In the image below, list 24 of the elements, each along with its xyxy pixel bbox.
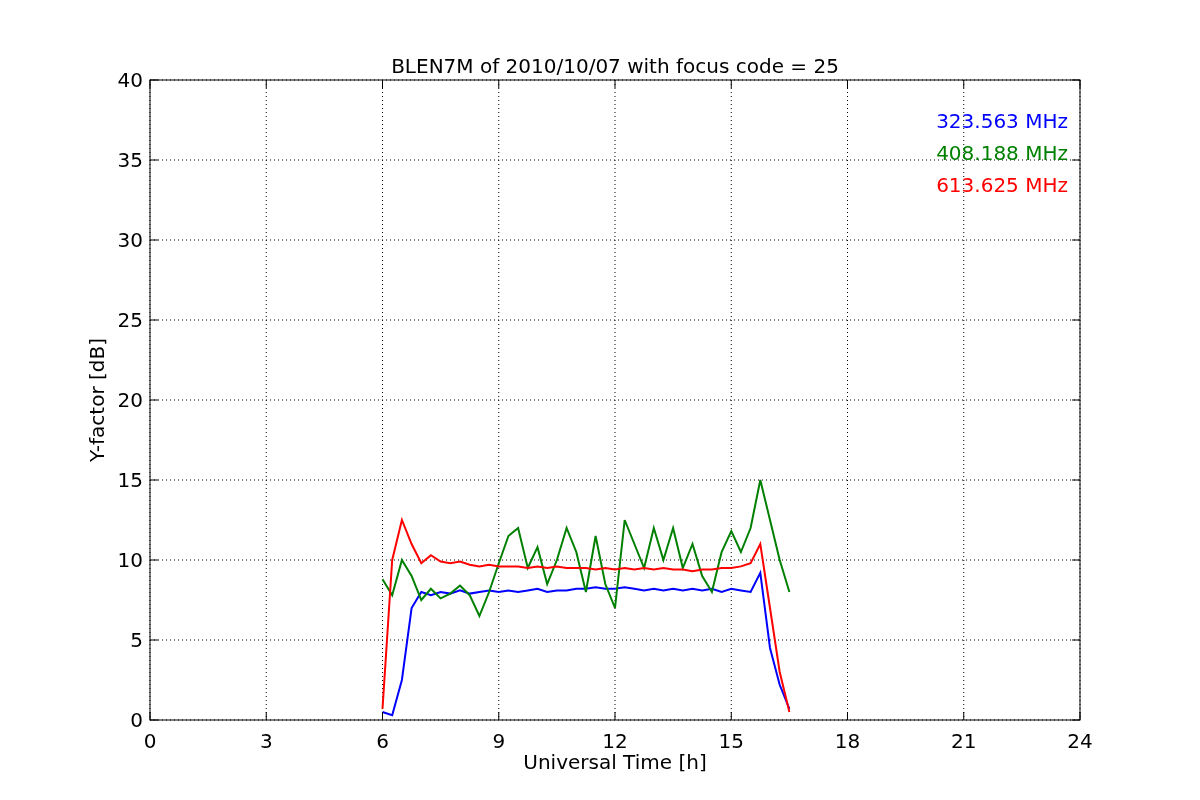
y-tick-label: 40 (117, 68, 143, 92)
y-tick-label: 20 (117, 388, 143, 412)
legend-label: 323.563 MHz (936, 109, 1068, 133)
x-tick-label: 18 (834, 729, 861, 753)
x-tick-label: 9 (492, 729, 506, 753)
x-tick-label: 15 (718, 729, 744, 753)
x-tick-label: 12 (602, 729, 628, 753)
x-tick-label: 6 (376, 729, 389, 753)
y-tick-label: 5 (130, 628, 143, 652)
y-tick-label: 0 (130, 708, 143, 732)
y-tick-label: 15 (117, 468, 143, 492)
legend-label: 613.625 MHz (936, 173, 1068, 197)
y-axis-label: Y-factor [dB] (85, 338, 109, 462)
y-tick-label: 30 (117, 228, 143, 252)
y-tick-label: 35 (117, 148, 143, 172)
x-tick-label: 0 (143, 729, 157, 753)
y-tick-label: 10 (117, 548, 143, 572)
y-tick-label: 25 (117, 308, 143, 332)
x-tick-label: 21 (951, 729, 977, 753)
legend-label: 408.188 MHz (936, 141, 1068, 165)
chart-title: BLEN7M of 2010/10/07 with focus code = 25 (391, 54, 839, 78)
x-tick-label: 3 (259, 729, 273, 753)
x-tick-label: 24 (1067, 729, 1093, 753)
x-axis-label: Universal Time [h] (523, 750, 707, 774)
